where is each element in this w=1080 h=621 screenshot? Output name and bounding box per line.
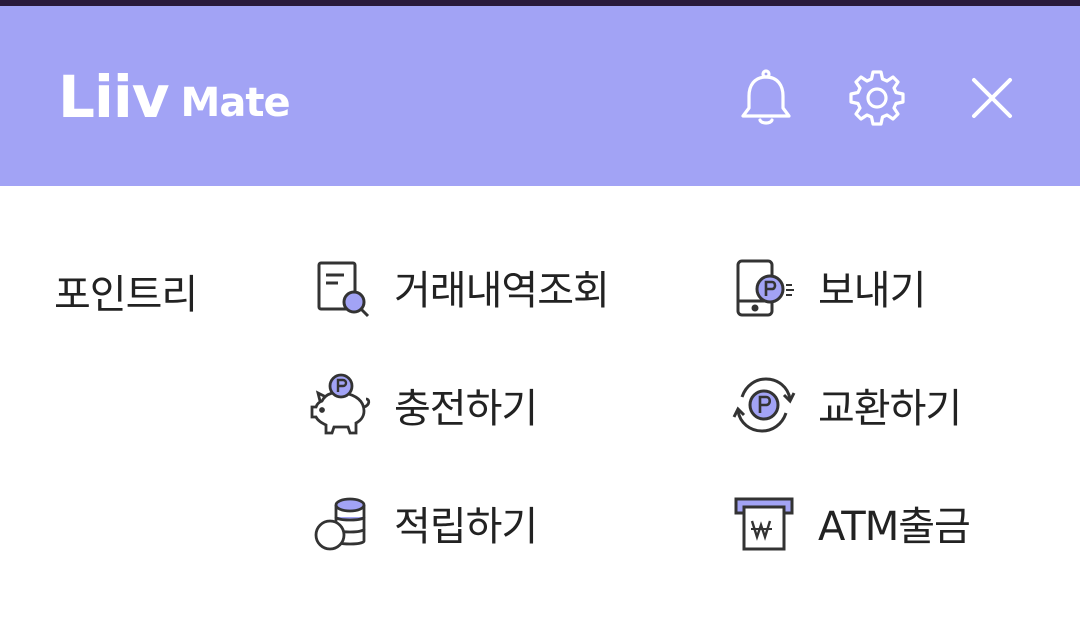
menu-item-transaction-history[interactable]: 거래내역조회 [308, 252, 610, 322]
menu-item-label: 교환하기 [818, 386, 962, 432]
menu-item-label: ATM출금 [818, 504, 971, 550]
close-icon[interactable] [962, 68, 1022, 128]
menu-section-title: 포인트리 [54, 272, 198, 318]
menu-item-atm-withdraw[interactable]: ATM출금 [732, 488, 971, 558]
phone-send-point-icon [736, 259, 794, 317]
menu-item-label: 거래내역조회 [394, 268, 610, 314]
bell-icon[interactable] [736, 68, 796, 128]
menu-item-send[interactable]: 보내기 [732, 252, 926, 322]
coin-stack-icon [314, 497, 366, 551]
app-header: Liiv Mate [0, 6, 1080, 186]
gear-icon[interactable] [847, 68, 907, 128]
menu-item-label: 적립하기 [394, 504, 538, 550]
menu-item-label: 충전하기 [394, 386, 538, 432]
document-search-icon [317, 261, 370, 318]
piggy-bank-icon [310, 373, 371, 435]
menu-item-accumulate[interactable]: 적립하기 [308, 488, 538, 558]
exchange-point-icon [732, 377, 796, 433]
menu-item-label: 보내기 [818, 268, 926, 314]
menu-item-charge[interactable]: 충전하기 [308, 370, 538, 440]
logo-primary-text: Liiv [58, 63, 170, 131]
logo-secondary-text: Mate [180, 80, 291, 126]
atm-withdraw-icon [734, 497, 794, 551]
menu-item-exchange[interactable]: 교환하기 [732, 370, 962, 440]
app-logo: Liiv Mate [58, 63, 291, 131]
